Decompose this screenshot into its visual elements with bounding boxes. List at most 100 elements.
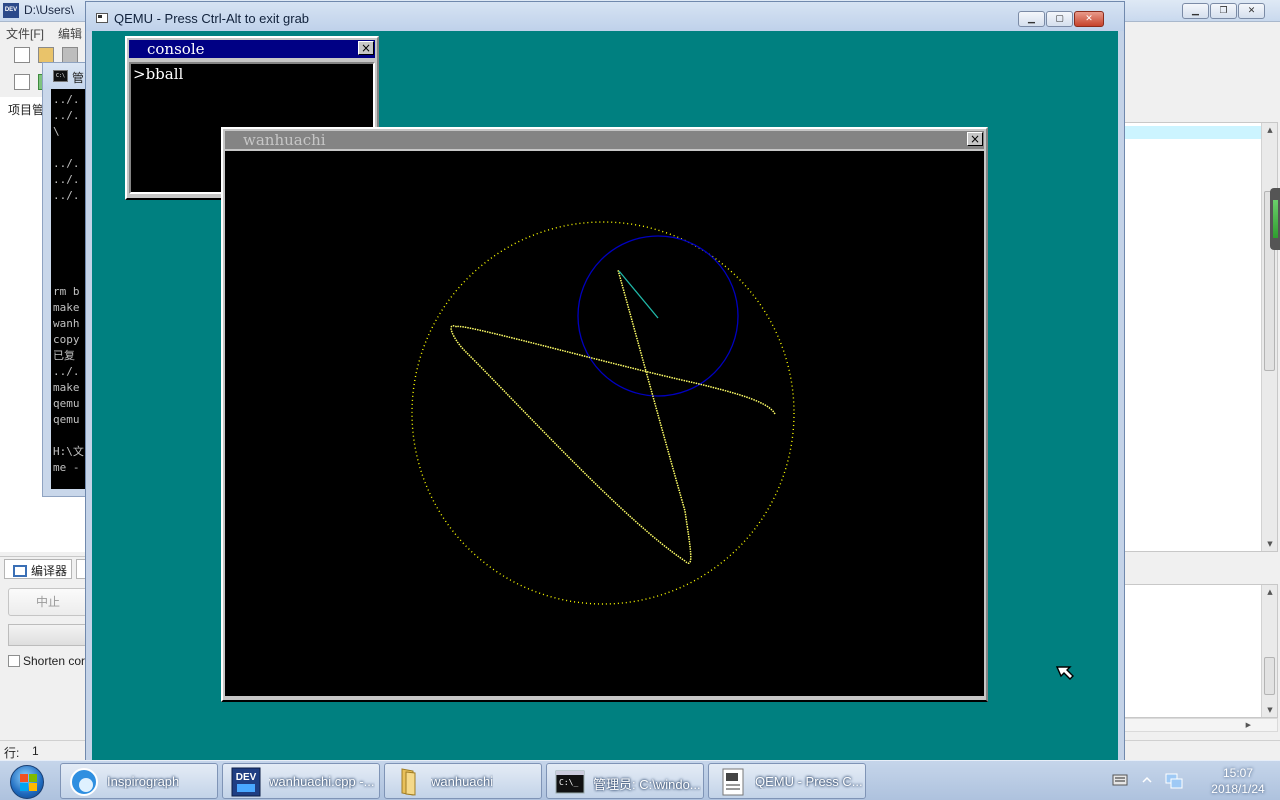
- cmd-line: qemu: [53, 413, 80, 426]
- clock-time: 15:07: [1222, 766, 1254, 780]
- qemu-close-button[interactable]: ✕: [1074, 11, 1104, 27]
- console-prompt: >bball: [133, 65, 184, 83]
- taskbar-label: QEMU - Press C...: [755, 774, 863, 789]
- qemu-minimize-button[interactable]: ▁: [1018, 11, 1045, 27]
- cmd-line: ../.: [53, 173, 80, 186]
- inspirograph-icon: [70, 768, 98, 796]
- taskbar-label: 管理员: C:\windo...: [593, 777, 701, 792]
- menu-edit[interactable]: 编辑: [58, 25, 82, 42]
- wanhuachi-titlebar[interactable]: wanhuachi: [225, 131, 984, 149]
- network-icon[interactable]: [1164, 772, 1184, 790]
- open-file-icon[interactable]: [38, 47, 54, 63]
- minimize-button[interactable]: ▁: [1182, 3, 1209, 19]
- taskbar-item-devcpp[interactable]: DEV wanhuachi.cpp -...: [222, 763, 380, 799]
- cmd-line: me -: [53, 461, 80, 474]
- taskbar-label: wanhuachi: [431, 774, 494, 789]
- keyboard-icon[interactable]: [1112, 774, 1128, 786]
- status-line-value: 1: [32, 744, 39, 758]
- devcpp-caption-buttons: ▁ ❐ ✕: [1182, 3, 1265, 19]
- qemu-maximize-button[interactable]: ▢: [1046, 11, 1073, 27]
- wanhuachi-title: wanhuachi: [243, 131, 326, 149]
- abort-compile-button[interactable]: 中止: [8, 588, 88, 616]
- menu-file[interactable]: 文件[F]: [6, 25, 44, 42]
- cmd-icon: C:\: [53, 70, 68, 82]
- devcpp-title: D:\Users\: [24, 3, 75, 17]
- cmd-line: rm b: [53, 285, 80, 298]
- log-hscrollbar[interactable]: ▶: [1124, 718, 1278, 732]
- cmd-line: ../.: [53, 157, 80, 170]
- taskbar-item-folder[interactable]: wanhuachi: [384, 763, 542, 799]
- cmd-icon: C:\_: [555, 770, 585, 794]
- qemu-icon: [722, 768, 744, 796]
- copy-icon[interactable]: [14, 74, 30, 90]
- qemu-title: QEMU - Press Ctrl-Alt to exit grab: [114, 11, 310, 26]
- wanhuachi-window[interactable]: wanhuachi ×: [221, 127, 988, 702]
- shorten-label: Shorten cor: [23, 654, 86, 668]
- svg-text:C:\_: C:\_: [559, 778, 578, 787]
- qemu-window-icon: [96, 13, 108, 23]
- cmd-line: ../.: [53, 189, 80, 202]
- qemu-window[interactable]: QEMU - Press Ctrl-Alt to exit grab ▁ ▢ ✕…: [85, 1, 1125, 761]
- show-hidden-icons-icon[interactable]: [1142, 775, 1152, 785]
- cmd-title: 管: [72, 71, 85, 85]
- editor-panel: ▲ ▼: [1124, 122, 1278, 552]
- taskbar-item-qemu[interactable]: QEMU - Press C...: [708, 763, 866, 799]
- spirograph-canvas: [225, 151, 984, 696]
- cmd-line: make: [53, 301, 80, 314]
- scroll-marker: [1270, 188, 1280, 250]
- console-titlebar[interactable]: console: [129, 40, 375, 58]
- svg-text:DEV: DEV: [236, 772, 257, 783]
- log-scroll-down-icon[interactable]: ▼: [1262, 703, 1278, 717]
- cmd-line: ../.: [53, 109, 80, 122]
- start-button[interactable]: [2, 762, 50, 800]
- cmd-line: make: [53, 381, 80, 394]
- cmd-line: ../.: [53, 365, 80, 378]
- qemu-screen[interactable]: console × >bball wanhuachi ×: [92, 31, 1118, 761]
- log-scroll-thumb[interactable]: [1264, 657, 1275, 695]
- scroll-up-icon[interactable]: ▲: [1262, 123, 1278, 137]
- close-button[interactable]: ✕: [1238, 3, 1265, 19]
- tab-compiler-label: 编译器: [31, 564, 68, 578]
- taskbar: Inspirograph DEV wanhuachi.cpp -... wanh…: [0, 760, 1280, 800]
- taskbar-item-inspirograph[interactable]: Inspirograph: [60, 763, 218, 799]
- cmd-line: ../.: [53, 93, 80, 106]
- mouse-pointer-icon: [1056, 666, 1074, 680]
- taskbar-label: Inspirograph: [107, 774, 180, 789]
- windows-logo-icon: [10, 765, 44, 799]
- shorten-option[interactable]: Shorten cor: [8, 654, 85, 668]
- system-tray: 15:07 2018/1/24: [1108, 761, 1280, 800]
- devcpp-menubar: 文件[F] 编辑: [0, 22, 90, 42]
- taskbar-clock[interactable]: 15:07 2018/1/24: [1198, 765, 1278, 797]
- log-scrollbar[interactable]: ▲ ▼: [1261, 585, 1277, 717]
- cmd-line: qemu: [53, 397, 80, 410]
- compile-log-panel: ▲ ▼: [1124, 584, 1278, 718]
- cmd-line: 已复: [53, 349, 75, 362]
- current-line-highlight: [1125, 126, 1261, 139]
- spirograph-drawing: [411, 221, 795, 605]
- console-title: console: [147, 40, 205, 58]
- shorten-checkbox[interactable]: [8, 655, 20, 667]
- project-tab[interactable]: 项目管: [8, 101, 44, 118]
- scroll-down-icon[interactable]: ▼: [1262, 537, 1278, 551]
- folder-icon: [401, 768, 416, 796]
- compiler-grid-icon: [13, 565, 27, 577]
- tab-compiler[interactable]: 编译器: [4, 559, 73, 579]
- outer-circle: [411, 221, 795, 605]
- clock-date: 2018/1/24: [1211, 782, 1265, 796]
- restore-button[interactable]: ❐: [1210, 3, 1237, 19]
- cmd-line: \: [53, 125, 60, 138]
- qemu-caption-buttons: ▁ ▢ ✕: [1018, 11, 1104, 27]
- cmd-line: copy: [53, 333, 80, 346]
- new-file-icon[interactable]: [14, 47, 30, 63]
- status-line-label: 行:: [4, 746, 20, 760]
- console-close-icon[interactable]: ×: [358, 41, 374, 55]
- cmd-line: wanh: [53, 317, 80, 330]
- inner-circle: [577, 235, 739, 397]
- log-scroll-up-icon[interactable]: ▲: [1262, 585, 1278, 599]
- save-icon[interactable]: [62, 47, 78, 63]
- taskbar-item-cmd[interactable]: C:\_ 管理员: C:\windo...: [546, 763, 704, 799]
- devcpp-app-icon: DEV: [3, 3, 19, 18]
- wanhuachi-close-icon[interactable]: ×: [967, 132, 983, 146]
- bottom-tabs: 编译器: [0, 556, 90, 580]
- spirograph-curve: [450, 269, 776, 564]
